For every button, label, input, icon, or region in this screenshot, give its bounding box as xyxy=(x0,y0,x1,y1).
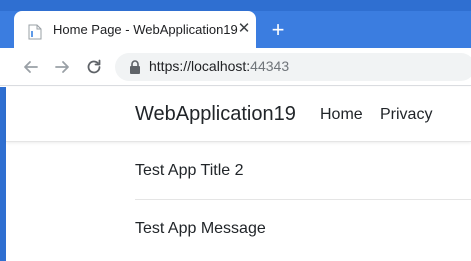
arrow-right-icon[interactable] xyxy=(52,57,72,77)
tab-strip: Home Page - WebApplication19 ✕ + xyxy=(0,0,471,48)
url-port: 44343 xyxy=(250,58,290,74)
site-navbar: WebApplication19 Home Privacy xyxy=(6,87,471,142)
address-bar[interactable]: https://localhost:44343 xyxy=(115,53,471,81)
page-icon xyxy=(28,24,42,40)
new-tab-button[interactable]: + xyxy=(268,19,288,41)
nav-link-privacy[interactable]: Privacy xyxy=(380,106,432,124)
browser-toolbar: https://localhost:44343 xyxy=(0,48,471,86)
divider xyxy=(135,199,471,200)
url-host: https://localhost: xyxy=(149,58,251,74)
list-item: Test App Message xyxy=(135,220,266,237)
lock-icon[interactable] xyxy=(129,60,141,74)
arrow-left-icon[interactable] xyxy=(21,57,41,77)
nav-link-home[interactable]: Home xyxy=(320,106,363,124)
browser-tab[interactable]: Home Page - WebApplication19 ✕ xyxy=(14,11,256,48)
page-viewport: WebApplication19 Home Privacy Test App T… xyxy=(0,87,471,261)
tab-strip-top xyxy=(0,0,471,11)
list-item: Test App Title 2 xyxy=(135,162,244,179)
reload-icon[interactable] xyxy=(84,57,104,77)
tab-title: Home Page - WebApplication19 xyxy=(53,22,238,37)
url-text: https://localhost:44343 xyxy=(149,58,289,74)
navbar-brand[interactable]: WebApplication19 xyxy=(135,103,296,126)
close-icon[interactable]: ✕ xyxy=(235,20,253,38)
